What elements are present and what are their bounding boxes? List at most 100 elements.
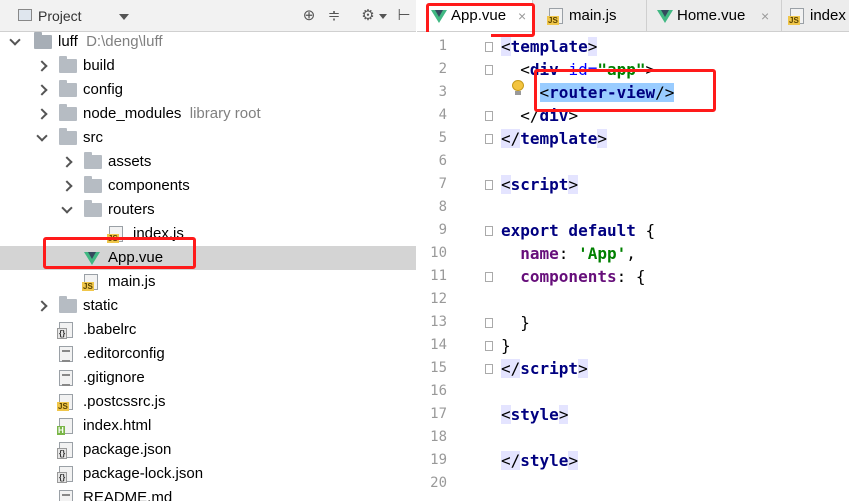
js-file-icon: JS: [788, 8, 804, 25]
folder-icon: [34, 32, 52, 49]
tree-item-babelrc[interactable]: {} .babelrc: [0, 318, 416, 342]
tab-main-js[interactable]: JS main.js: [541, 0, 647, 31]
code-line-11[interactable]: components: {: [501, 265, 645, 288]
fold-marker-icon[interactable]: [485, 65, 493, 75]
tree-item-label: luff D:\deng\luff: [58, 33, 163, 50]
tree-item-gitignore[interactable]: .gitignore: [0, 366, 416, 390]
folder-icon: [59, 296, 77, 313]
chevron-down-icon[interactable]: [9, 30, 21, 54]
tab-index-js[interactable]: JS index: [782, 0, 849, 31]
line-number: 18: [430, 429, 447, 445]
line-number: 2: [438, 61, 447, 77]
tree-item-static[interactable]: static: [0, 294, 416, 318]
js-file-icon: JS: [547, 8, 563, 25]
folder-icon: [59, 104, 77, 121]
fold-marker-icon[interactable]: [485, 42, 493, 52]
chevron-down-icon[interactable]: [379, 14, 387, 19]
project-panel-header: Project ⊕ ≑ ⚙ ⊢: [0, 0, 416, 32]
tree-item-main-js[interactable]: JS main.js: [0, 270, 416, 294]
gear-icon[interactable]: ⚙: [358, 0, 378, 32]
chevron-right-icon[interactable]: [36, 294, 48, 318]
line-number: 3: [438, 84, 447, 100]
code-line-19[interactable]: </style>: [501, 449, 579, 472]
hide-panel-icon[interactable]: ⊢: [394, 0, 414, 32]
tree-item-label: assets: [108, 153, 152, 170]
project-panel: Project ⊕ ≑ ⚙ ⊢ luff D:\deng\luff build co…: [0, 0, 416, 501]
code-line-9[interactable]: export default {: [501, 219, 655, 242]
tree-item-label: routers: [108, 201, 155, 218]
json-file-icon: {}: [57, 466, 73, 483]
tree-item-label: node_modules library root: [83, 105, 261, 122]
tree-item-routers[interactable]: routers: [0, 198, 416, 222]
tree-item-label: main.js: [108, 273, 156, 290]
tree-item-components[interactable]: components: [0, 174, 416, 198]
text-file-icon: [59, 346, 73, 362]
chevron-right-icon[interactable]: [36, 102, 48, 126]
code-line-13[interactable]: }: [501, 311, 530, 334]
lightbulb-icon[interactable]: [511, 80, 525, 96]
annotation-box-router-view: [534, 69, 716, 112]
fold-marker-icon[interactable]: [485, 272, 493, 282]
line-number: 14: [430, 337, 447, 353]
project-view-icon[interactable]: [18, 9, 32, 21]
tree-item-postcssrc-js[interactable]: JS .postcssrc.js: [0, 390, 416, 414]
code-line-1[interactable]: <template>: [501, 35, 598, 58]
tree-item-label: static: [83, 297, 119, 314]
tab-label: Home.vue: [677, 7, 746, 24]
tree-item-build[interactable]: build: [0, 54, 416, 78]
code-line-7[interactable]: <script>: [501, 173, 579, 196]
line-number: 4: [438, 107, 447, 123]
tree-item-assets[interactable]: assets: [0, 150, 416, 174]
fold-marker-icon[interactable]: [485, 111, 493, 121]
project-view-selector[interactable]: Project: [38, 0, 82, 32]
tree-item-label: build: [83, 57, 115, 74]
line-number: 1: [438, 38, 447, 54]
tree-item-label: .gitignore: [83, 369, 145, 386]
close-icon[interactable]: ×: [761, 0, 769, 31]
fold-marker-icon[interactable]: [485, 341, 493, 351]
code-line-5[interactable]: </template>: [501, 127, 607, 150]
code-line-10[interactable]: name: 'App',: [501, 242, 636, 265]
annotation-box-app-vue: [43, 237, 196, 269]
locate-icon[interactable]: ⊕: [299, 0, 319, 32]
chevron-right-icon[interactable]: [61, 150, 73, 174]
fold-marker-icon[interactable]: [485, 134, 493, 144]
tree-item-label: .editorconfig: [83, 345, 165, 362]
tab-label: main.js: [569, 7, 617, 24]
tree-item-luff[interactable]: luff D:\deng\luff: [0, 30, 416, 54]
tree-item-readme-md[interactable]: README.md: [0, 486, 416, 501]
line-number: 15: [430, 360, 447, 376]
tree-item-package-lock-json[interactable]: {} package-lock.json: [0, 462, 416, 486]
line-number: 5: [438, 130, 447, 146]
collapse-all-icon[interactable]: ≑: [324, 0, 344, 32]
tab-home-vue[interactable]: Home.vue ×: [647, 0, 782, 31]
tree-item-label: README.md: [83, 489, 173, 501]
chevron-right-icon[interactable]: [36, 78, 48, 102]
code-line-14[interactable]: }: [501, 334, 511, 357]
chevron-down-icon[interactable]: [36, 126, 48, 150]
js-file-icon: JS: [82, 274, 98, 291]
line-number: 12: [430, 291, 447, 307]
tree-item-src[interactable]: src: [0, 126, 416, 150]
folder-icon: [59, 80, 77, 97]
line-number: 13: [430, 314, 447, 330]
chevron-down-icon[interactable]: [61, 198, 73, 222]
tree-item-config[interactable]: config: [0, 78, 416, 102]
folder-icon: [59, 56, 77, 73]
fold-marker-icon[interactable]: [485, 318, 493, 328]
fold-marker-icon[interactable]: [485, 364, 493, 374]
tree-item-editorconfig[interactable]: .editorconfig: [0, 342, 416, 366]
fold-marker-icon[interactable]: [485, 226, 493, 236]
chevron-right-icon[interactable]: [61, 174, 73, 198]
chevron-down-icon[interactable]: [119, 14, 129, 20]
tree-item-label: src: [83, 129, 103, 146]
fold-marker-icon[interactable]: [485, 180, 493, 190]
code-line-17[interactable]: <style>: [501, 403, 569, 426]
tree-item-node-modules[interactable]: node_modules library root: [0, 102, 416, 126]
json-file-icon: {}: [57, 322, 73, 339]
tree-item-package-json[interactable]: {} package.json: [0, 438, 416, 462]
folder-icon: [84, 152, 102, 169]
tree-item-index-html[interactable]: Hindex.html: [0, 414, 416, 438]
code-line-15[interactable]: </script>: [501, 357, 588, 380]
chevron-right-icon[interactable]: [36, 54, 48, 78]
